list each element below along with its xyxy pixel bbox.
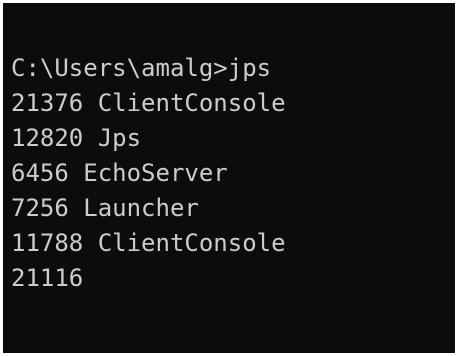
terminal-window[interactable]: C:\Users\amalg>jps 21376 ClientConsole 1…	[3, 3, 455, 353]
terminal-output: C:\Users\amalg>jps 21376 ClientConsole 1…	[11, 51, 286, 296]
process-line: 21116	[11, 264, 84, 292]
process-line: 12820 Jps	[11, 124, 142, 152]
process-line: 6456 EchoServer	[11, 159, 228, 187]
command-prompt-line: C:\Users\amalg>jps	[11, 54, 272, 82]
process-line: 7256 Launcher	[11, 194, 199, 222]
process-line: 11788 ClientConsole	[11, 229, 286, 257]
process-line: 21376 ClientConsole	[11, 89, 286, 117]
